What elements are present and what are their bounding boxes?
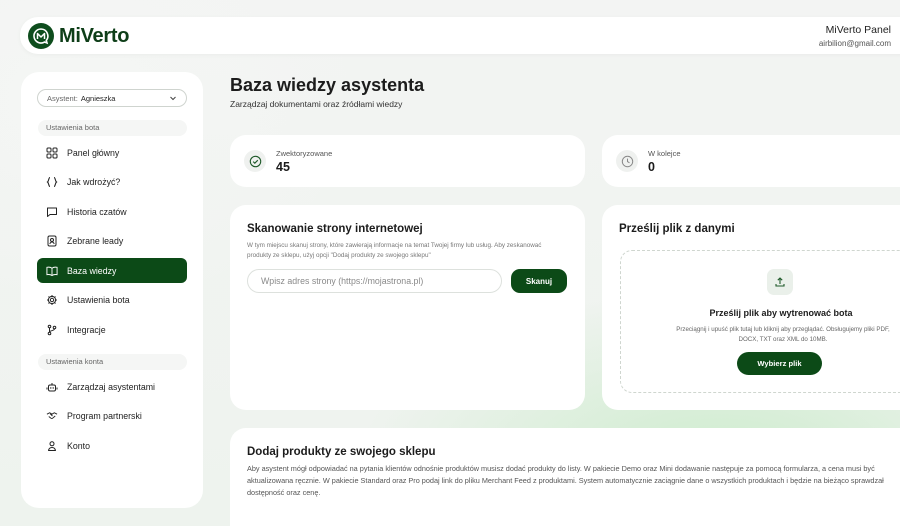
robot-icon: [46, 381, 58, 393]
sidebar-item-label: Historia czatów: [67, 206, 127, 217]
choose-file-button[interactable]: Wybierz plik: [737, 352, 822, 375]
upload-file-card: Prześlij plik z danymi Prześlij plik aby…: [602, 205, 900, 410]
shop-description: Aby asystent mógł odpowiadać na pytania …: [247, 464, 884, 497]
section-account-settings: Ustawienia konta: [38, 354, 187, 370]
sidebar: Asystent: Agnieszka Ustawienia bota Pane…: [21, 72, 203, 508]
sidebar-item-label: Jak wdrożyć?: [67, 176, 121, 187]
scan-website-card: Skanowanie strony internetowej W tym mie…: [230, 205, 585, 410]
user-name: MiVerto Panel: [825, 24, 891, 36]
file-dropzone[interactable]: Prześlij plik aby wytrenować bota Przeci…: [620, 250, 900, 393]
sidebar-item-manage-assistants[interactable]: Zarządzaj asystentami: [37, 374, 187, 399]
sidebar-item-label: Integracje: [67, 324, 106, 335]
dropzone-description: Przeciągnij i upuść plik tutaj lub klikn…: [676, 326, 890, 343]
stat-value: 0: [648, 160, 655, 174]
book-icon: [46, 265, 58, 277]
upload-title: Prześlij plik z danymi: [619, 223, 735, 235]
top-header: MiVerto MiVerto Panel airbilion@gmail.co…: [20, 17, 900, 54]
contacts-icon: [46, 235, 58, 247]
sidebar-item-label: Konto: [67, 440, 90, 451]
stat-value: 45: [276, 160, 290, 174]
chat-icon: [46, 206, 58, 218]
user-email: airbilion@gmail.com: [818, 39, 891, 48]
chevron-down-icon: [169, 94, 177, 104]
stat-card-vectorized: Zwektoryzowane 45: [230, 135, 585, 187]
assistant-select[interactable]: Asystent: Agnieszka: [37, 89, 187, 107]
sidebar-item-account[interactable]: Konto: [37, 433, 187, 458]
user-icon: [46, 440, 58, 452]
page-subtitle: Zarządzaj dokumentami oraz źródłami wied…: [230, 99, 403, 109]
upload-icon: [767, 269, 793, 295]
logo-mark-icon: [28, 23, 54, 49]
scan-description: W tym miejscu skanuj strony, które zawie…: [247, 242, 542, 259]
brand-name: MiVerto: [59, 24, 130, 47]
clock-icon: [616, 150, 638, 172]
check-circle-icon: [244, 150, 266, 172]
section-bot-settings: Ustawienia bota: [38, 120, 187, 136]
stat-card-queue: W kolejce 0: [602, 135, 900, 187]
sidebar-item-partner-program[interactable]: Program partnerski: [37, 403, 187, 428]
handshake-icon: [46, 410, 58, 422]
assistant-select-prefix: Asystent:: [47, 93, 78, 103]
scan-button[interactable]: Skanuj: [511, 269, 567, 293]
sidebar-item-integrations[interactable]: Integracje: [37, 317, 187, 342]
code-braces-icon: [46, 176, 58, 188]
sidebar-item-how-to-deploy[interactable]: Jak wdrożyć?: [37, 169, 187, 194]
sidebar-item-chat-history[interactable]: Historia czatów: [37, 199, 187, 224]
scan-title: Skanowanie strony internetowej: [247, 223, 423, 235]
sidebar-item-label: Panel główny: [67, 147, 120, 158]
sidebar-item-knowledge-base[interactable]: Baza wiedzy: [37, 258, 187, 283]
stat-label: W kolejce: [648, 149, 681, 158]
shop-title: Dodaj produkty ze swojego sklepu: [247, 446, 436, 458]
user-menu[interactable]: MiVerto Panel airbilion@gmail.com: [819, 24, 891, 48]
grid-icon: [46, 147, 58, 159]
sidebar-item-dashboard[interactable]: Panel główny: [37, 140, 187, 165]
logo[interactable]: MiVerto: [28, 23, 129, 49]
shop-products-card: Dodaj produkty ze swojego sklepu Aby asy…: [230, 428, 900, 526]
sidebar-item-bot-settings[interactable]: Ustawienia bota: [37, 287, 187, 312]
assistant-select-value: Agnieszka: [80, 93, 116, 103]
sidebar-item-label: Zarządzaj asystentami: [67, 381, 156, 392]
sidebar-item-label: Ustawienia bota: [67, 294, 130, 305]
website-url-input[interactable]: [247, 269, 502, 293]
gear-icon: [46, 294, 58, 306]
sidebar-item-label: Zebrane leady: [67, 235, 124, 246]
stat-label: Zwektoryzowane: [276, 149, 333, 158]
page-title: Baza wiedzy asystenta: [230, 75, 425, 95]
sidebar-item-leads[interactable]: Zebrane leady: [37, 228, 187, 253]
sidebar-item-label: Program partnerski: [67, 410, 142, 421]
branch-icon: [46, 324, 58, 336]
sidebar-item-label: Baza wiedzy: [67, 265, 117, 276]
dropzone-title: Prześlij plik aby wytrenować bota: [709, 308, 853, 318]
